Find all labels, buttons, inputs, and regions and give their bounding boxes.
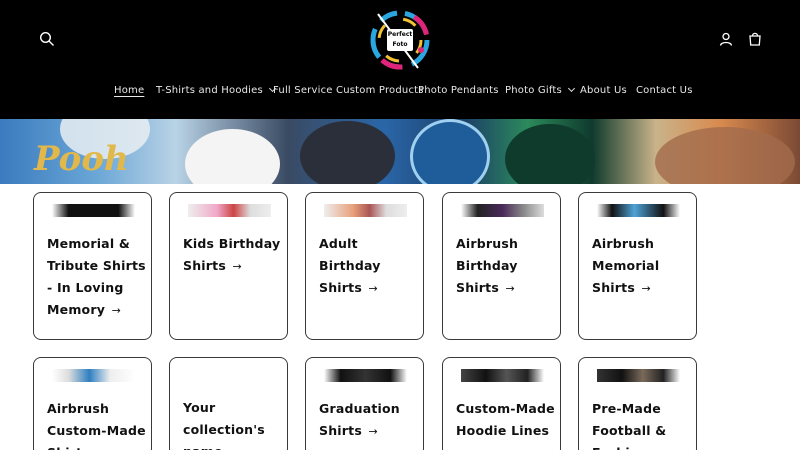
user-icon[interactable] [712, 25, 740, 53]
nav-item-full-service[interactable]: Full Service Custom Products [273, 85, 424, 96]
collection-title: Airbrush Memorial Shirts → [592, 236, 660, 295]
collection-card[interactable]: Memorial & Tribute Shirts - In Loving Me… [33, 192, 152, 340]
collection-title: Your collection's name → [183, 400, 265, 450]
collection-card[interactable]: Pre-Made Football & Fashion → [578, 357, 697, 450]
collection-card[interactable]: Your collection's name → [169, 357, 288, 450]
collection-thumbnail [188, 204, 271, 217]
nav-item-photo-gifts[interactable]: Photo Gifts [505, 84, 575, 96]
collection-title: Graduation Shirts → [319, 401, 400, 438]
chevron-down-icon [567, 84, 575, 93]
collection-title: Memorial & Tribute Shirts - In Loving Me… [47, 236, 146, 317]
search-icon[interactable] [33, 25, 61, 53]
collection-thumbnail [461, 204, 544, 217]
nav-item-photo-pendants[interactable]: Photo Pendants [418, 85, 499, 96]
collection-thumbnail [52, 204, 135, 217]
collection-title: Pre-Made Football & Fashion → [592, 401, 667, 450]
nav-item-about-us[interactable]: About Us [580, 85, 627, 96]
main-navigation: Home T-Shirts and Hoodies Full Service C… [0, 80, 800, 104]
collection-thumbnail [324, 369, 407, 382]
banner-shirt-shape [185, 129, 280, 184]
collection-thumbnail [597, 204, 680, 217]
nav-item-contact-us[interactable]: Contact Us [636, 85, 693, 96]
banner-photo-shape [655, 127, 795, 184]
collection-card[interactable]: Airbrush Memorial Shirts → [578, 192, 697, 340]
collection-card[interactable]: Graduation Shirts → [305, 357, 424, 450]
logo-wordmark: Perfect Foto [387, 29, 413, 51]
nav-item-tshirts-hoodies[interactable]: T-Shirts and Hoodies [156, 84, 276, 96]
collection-card[interactable]: Airbrush Custom-Made Shirts → [33, 357, 152, 450]
collection-card[interactable]: Kids Birthday Shirts → [169, 192, 288, 340]
hero-banner: Pooh [0, 119, 800, 184]
collection-thumbnail [52, 369, 135, 382]
collection-card[interactable]: Airbrush Birthday Shirts → [442, 192, 561, 340]
collection-thumbnail [461, 369, 544, 382]
collection-title: Custom-Made Hoodie Lines → [456, 401, 555, 450]
collection-card[interactable]: Custom-Made Hoodie Lines → [442, 357, 561, 450]
banner-script-text: Pooh [34, 139, 129, 179]
site-header: Perfect Foto Home T-Shirts and Hoodies Fu… [0, 0, 800, 119]
collection-title: Airbrush Birthday Shirts → [456, 236, 519, 295]
collection-title: Airbrush Custom-Made Shirts → [47, 401, 146, 450]
collection-thumbnail [324, 204, 407, 217]
banner-shirt-shape [505, 124, 595, 184]
collection-thumbnail [597, 369, 680, 382]
collection-title: Adult Birthday Shirts → [319, 236, 381, 295]
site-logo[interactable]: Perfect Foto [366, 6, 434, 74]
banner-photo-shape [410, 119, 490, 184]
nav-item-home[interactable]: Home [114, 85, 144, 96]
collection-card[interactable]: Adult Birthday Shirts → [305, 192, 424, 340]
banner-photo-shape [300, 121, 395, 184]
collection-title: Kids Birthday Shirts → [183, 236, 281, 273]
cart-icon[interactable] [741, 25, 769, 53]
